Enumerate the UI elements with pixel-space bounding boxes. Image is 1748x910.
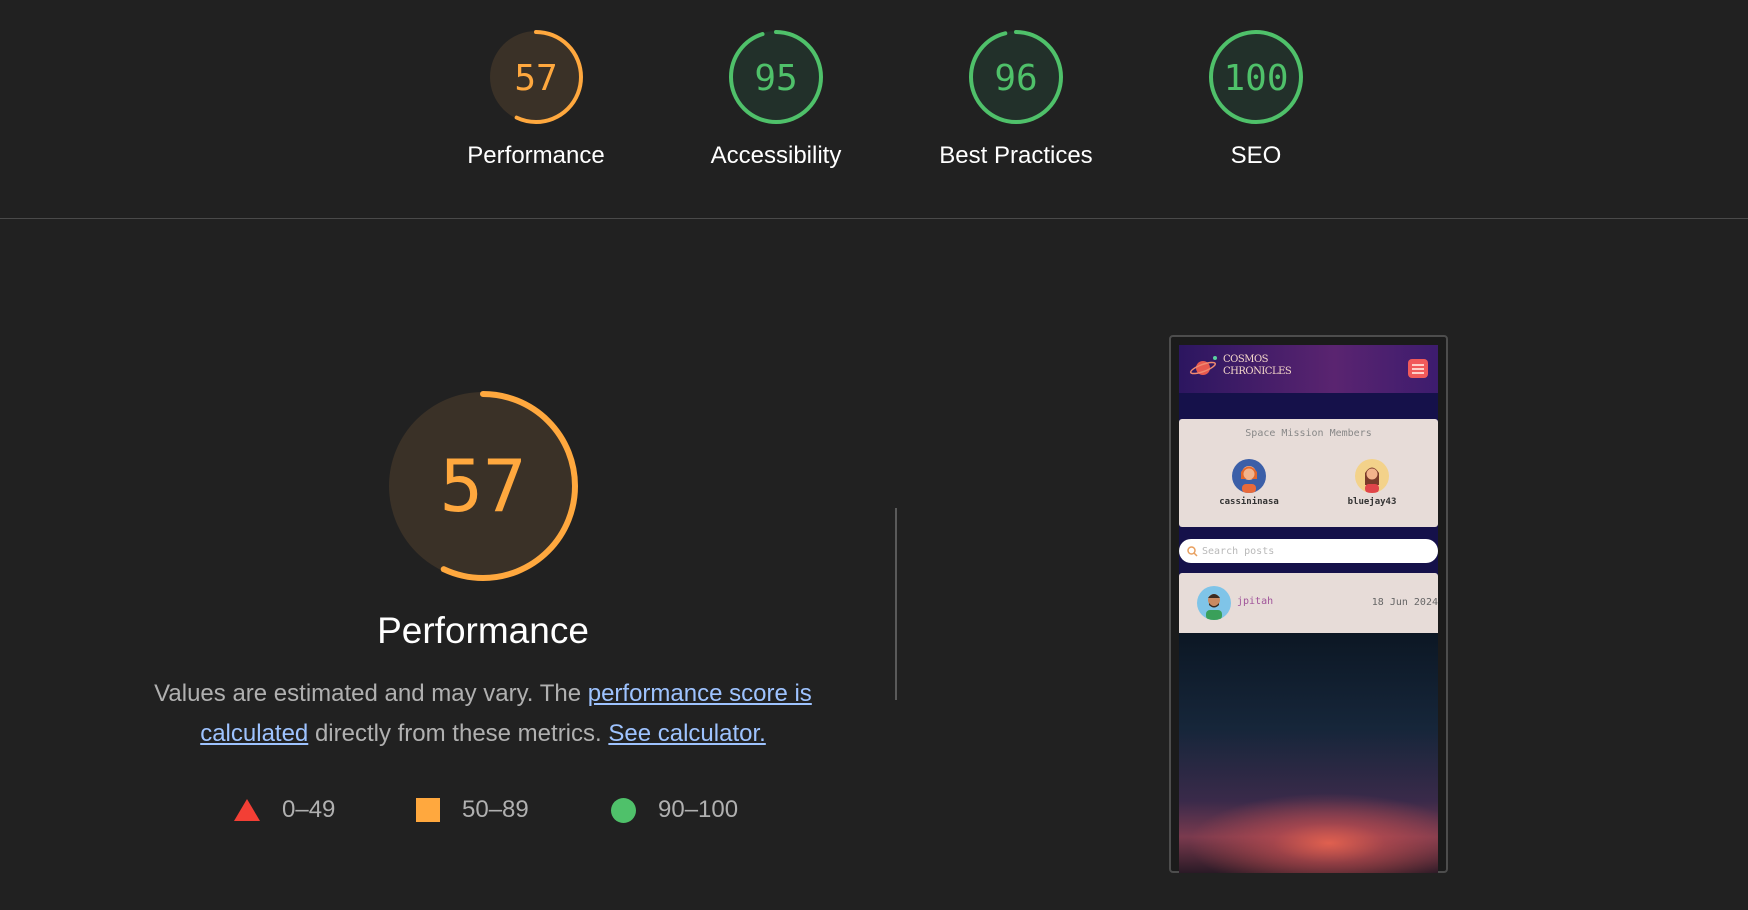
search-input[interactable]: Search posts bbox=[1179, 539, 1438, 563]
vertical-divider bbox=[895, 508, 897, 700]
gauge-score: 96 bbox=[994, 58, 1037, 99]
legend-range: 50–89 bbox=[462, 796, 529, 823]
gauge-seo[interactable]: 100 SEO bbox=[1156, 28, 1356, 170]
avatar[interactable] bbox=[1197, 586, 1231, 620]
final-screenshot[interactable]: COSMOS CHRONICLES Space Mission Members c… bbox=[1169, 335, 1448, 873]
performance-description: Values are estimated and may vary. The p… bbox=[140, 674, 826, 754]
search-icon bbox=[1187, 545, 1198, 557]
members-card: Space Mission Members cassininasa blueja… bbox=[1179, 419, 1438, 527]
legend-range: 0–49 bbox=[282, 796, 336, 823]
logo-text: CHRONICLES bbox=[1223, 366, 1292, 377]
legend-pass: 90–100 bbox=[611, 796, 738, 824]
gauge-performance[interactable]: 57 Performance bbox=[436, 28, 636, 170]
score-legend: 0–49 50–89 90–100 bbox=[0, 796, 900, 826]
circle-icon bbox=[611, 797, 636, 823]
site-logo: COSMOS CHRONICLES bbox=[1189, 354, 1292, 378]
avatar bbox=[1232, 459, 1266, 493]
performance-gauge-large: 57 bbox=[385, 388, 581, 589]
members-title: Space Mission Members bbox=[1245, 428, 1372, 439]
desc-text: Values are estimated and may vary. The bbox=[154, 680, 588, 707]
hamburger-menu-icon[interactable] bbox=[1408, 359, 1428, 378]
member-name: bluejay43 bbox=[1347, 497, 1397, 507]
member-cassininasa[interactable]: cassininasa bbox=[1204, 459, 1294, 507]
performance-title: Performance bbox=[377, 610, 589, 651]
search-placeholder: Search posts bbox=[1202, 545, 1275, 557]
gauge-label: Performance bbox=[467, 142, 605, 169]
desc-text: directly from these metrics. bbox=[308, 720, 609, 747]
performance-score: 57 bbox=[440, 444, 527, 528]
post-header: jpitah 18 Jun 2024 bbox=[1179, 573, 1438, 633]
post-image[interactable] bbox=[1179, 633, 1438, 873]
post-username[interactable]: jpitah bbox=[1237, 596, 1273, 607]
legend-average: 50–89 bbox=[416, 796, 529, 824]
legend-fail: 0–49 bbox=[234, 796, 335, 824]
gauge-best-practices[interactable]: 96 Best Practices bbox=[916, 28, 1116, 170]
legend-range: 90–100 bbox=[658, 796, 739, 823]
member-bluejay43[interactable]: bluejay43 bbox=[1327, 459, 1417, 507]
gauge-accessibility[interactable]: 95 Accessibility bbox=[676, 28, 876, 170]
gauge-ring: 57 bbox=[489, 30, 583, 124]
logo-text: COSMOS bbox=[1223, 354, 1269, 365]
gauge-label: SEO bbox=[1230, 142, 1282, 169]
post-date: 18 Jun 2024 bbox=[1371, 597, 1438, 608]
gauge-label: Accessibility bbox=[710, 142, 842, 169]
triangle-icon bbox=[234, 799, 260, 821]
site-header: COSMOS CHRONICLES bbox=[1179, 345, 1438, 393]
see-calculator-link[interactable]: See calculator. bbox=[608, 720, 765, 747]
gauge-score: 95 bbox=[754, 58, 797, 99]
category-gauges: 57 Performance 95 Accessibility 96 Best … bbox=[0, 0, 1748, 219]
gauge-ring: 96 bbox=[969, 30, 1063, 124]
square-icon bbox=[416, 798, 440, 822]
gauge-score: 100 bbox=[1223, 58, 1288, 99]
avatar bbox=[1355, 459, 1389, 493]
planet-icon bbox=[1189, 356, 1217, 375]
gauge-label: Best Practices bbox=[939, 142, 1093, 169]
gauge-ring: 95 bbox=[729, 30, 823, 124]
member-name: cassininasa bbox=[1219, 497, 1279, 507]
gauge-score: 57 bbox=[514, 58, 557, 99]
screenshot-screen: COSMOS CHRONICLES Space Mission Members c… bbox=[1179, 345, 1438, 873]
gauge-ring: 100 bbox=[1209, 30, 1303, 124]
